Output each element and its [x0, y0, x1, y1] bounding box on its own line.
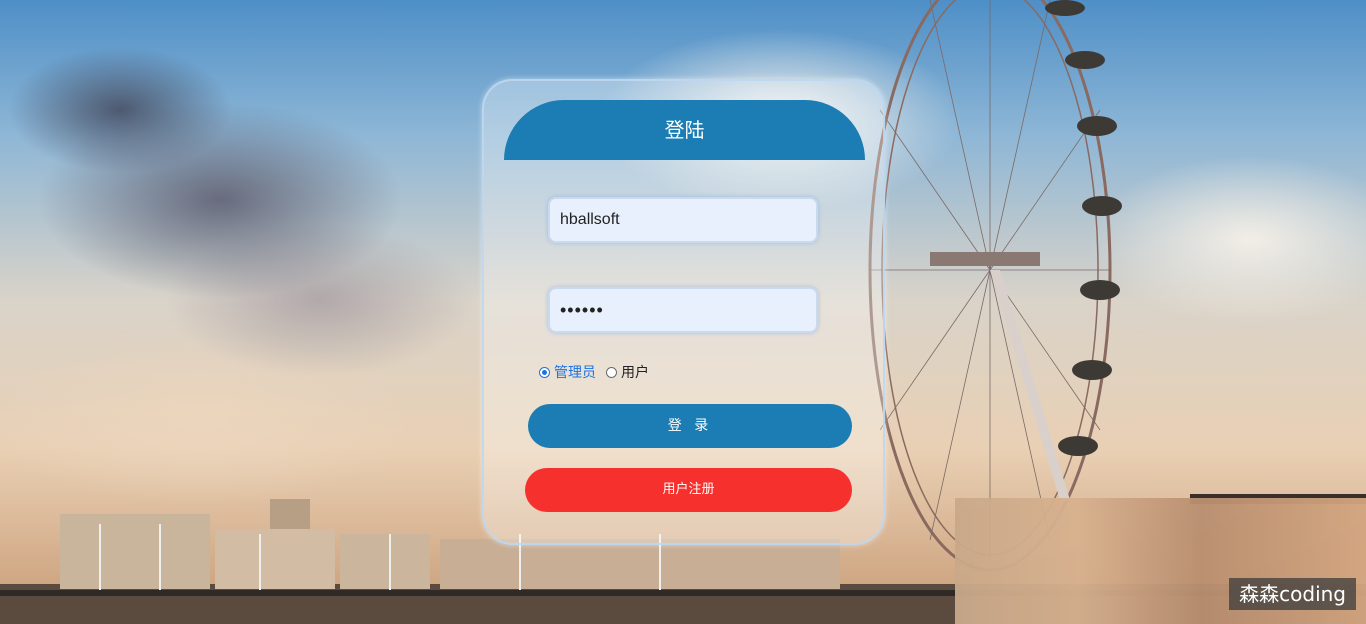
login-button[interactable]: 登 录 — [528, 404, 852, 448]
role-radio-group: 管理员 用户 — [539, 362, 649, 382]
radio-user-label[interactable]: 用户 — [621, 362, 649, 382]
login-card: 登陆 hballsoft •••••• 管理员 用户 登 录 用户注册 — [482, 79, 885, 545]
watermark: 森森coding — [1229, 578, 1356, 610]
radio-user[interactable] — [606, 366, 617, 378]
register-button[interactable]: 用户注册 — [525, 468, 852, 512]
username-input[interactable]: hballsoft — [548, 197, 818, 243]
radio-admin[interactable] — [539, 366, 550, 378]
password-input[interactable]: •••••• — [548, 287, 818, 333]
radio-admin-label[interactable]: 管理员 — [554, 362, 596, 382]
login-title: 登陆 — [504, 100, 865, 160]
